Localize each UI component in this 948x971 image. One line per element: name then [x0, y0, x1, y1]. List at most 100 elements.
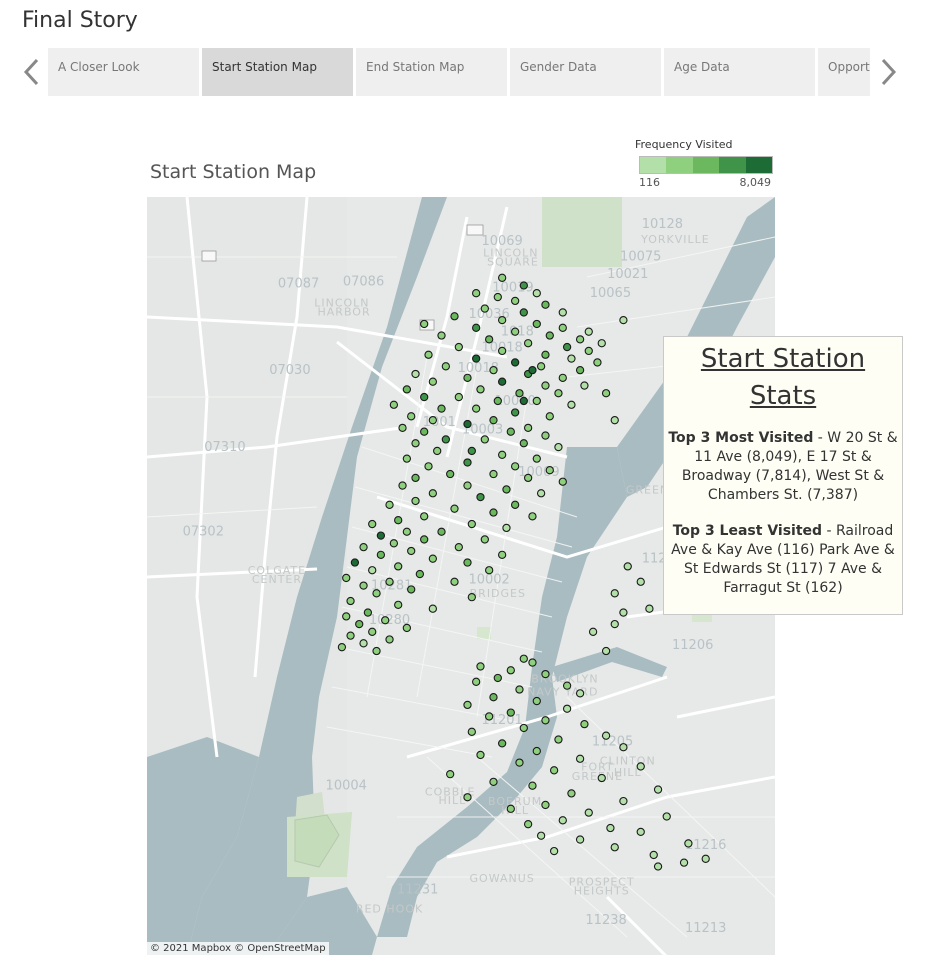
station-marker[interactable]	[645, 604, 654, 613]
station-marker[interactable]	[545, 466, 554, 475]
station-marker[interactable]	[428, 604, 437, 613]
tab-opportunities[interactable]: Opportu	[818, 48, 870, 96]
station-marker[interactable]	[368, 519, 377, 529]
station-marker[interactable]	[485, 712, 494, 721]
station-marker[interactable]	[376, 550, 386, 559]
station-marker[interactable]	[562, 704, 572, 713]
station-marker[interactable]	[402, 623, 412, 633]
station-marker[interactable]	[450, 312, 459, 321]
station-marker[interactable]	[446, 770, 455, 779]
station-marker[interactable]	[467, 593, 476, 602]
station-marker[interactable]	[402, 385, 412, 394]
station-marker[interactable]	[601, 731, 611, 740]
station-marker[interactable]	[580, 719, 589, 729]
tab-start-station-map[interactable]: Start Station Map	[202, 48, 353, 96]
station-marker[interactable]	[506, 804, 515, 813]
station-marker[interactable]	[480, 435, 489, 444]
station-marker[interactable]	[381, 616, 390, 625]
station-marker[interactable]	[536, 489, 546, 498]
station-marker[interactable]	[519, 396, 528, 406]
station-marker[interactable]	[463, 558, 472, 567]
station-marker[interactable]	[506, 708, 515, 717]
station-marker[interactable]	[575, 754, 585, 763]
station-marker[interactable]	[359, 639, 368, 648]
station-marker[interactable]	[411, 473, 420, 483]
station-marker[interactable]	[701, 854, 710, 863]
station-marker[interactable]	[619, 796, 628, 806]
station-marker[interactable]	[545, 331, 554, 340]
station-marker[interactable]	[497, 739, 507, 748]
station-marker[interactable]	[394, 600, 403, 610]
station-marker[interactable]	[489, 469, 498, 479]
station-marker[interactable]	[554, 442, 563, 452]
station-marker[interactable]	[528, 658, 537, 667]
station-marker[interactable]	[541, 350, 550, 359]
station-marker[interactable]	[562, 342, 572, 352]
station-marker[interactable]	[528, 512, 537, 521]
station-marker[interactable]	[420, 392, 429, 402]
station-marker[interactable]	[510, 296, 520, 306]
station-marker[interactable]	[558, 816, 567, 825]
station-marker[interactable]	[476, 662, 485, 671]
station-marker[interactable]	[519, 308, 528, 317]
station-marker[interactable]	[549, 766, 559, 775]
station-marker[interactable]	[441, 362, 450, 371]
station-marker[interactable]	[554, 389, 563, 398]
station-marker[interactable]	[497, 315, 507, 325]
station-marker[interactable]	[649, 850, 658, 860]
station-marker[interactable]	[363, 608, 373, 617]
tab-a-closer-look[interactable]: A Closer Look	[48, 48, 199, 96]
station-marker[interactable]	[497, 377, 507, 386]
station-marker[interactable]	[532, 746, 541, 756]
station-marker[interactable]	[580, 381, 589, 390]
station-marker[interactable]	[662, 812, 671, 821]
station-marker[interactable]	[424, 350, 433, 359]
station-marker[interactable]	[567, 789, 576, 798]
station-marker[interactable]	[636, 762, 645, 771]
station-marker[interactable]	[420, 535, 429, 544]
station-marker[interactable]	[480, 535, 489, 544]
station-marker[interactable]	[389, 400, 399, 409]
map-attribution[interactable]: © 2021 Mapbox © OpenStreetMap	[147, 942, 329, 955]
station-marker[interactable]	[588, 627, 598, 636]
station-marker[interactable]	[489, 777, 498, 787]
station-marker[interactable]	[532, 696, 541, 706]
station-marker[interactable]	[523, 339, 533, 348]
station-marker[interactable]	[541, 300, 550, 309]
station-marker[interactable]	[558, 477, 567, 486]
station-marker[interactable]	[497, 273, 507, 282]
station-marker[interactable]	[684, 839, 693, 848]
station-marker[interactable]	[558, 308, 567, 317]
station-marker[interactable]	[480, 304, 489, 313]
station-marker[interactable]	[407, 585, 416, 594]
station-marker[interactable]	[519, 439, 528, 448]
station-marker[interactable]	[619, 743, 628, 752]
station-marker[interactable]	[601, 389, 611, 398]
station-marker[interactable]	[541, 431, 550, 440]
station-marker[interactable]	[454, 342, 463, 352]
station-marker[interactable]	[489, 416, 498, 425]
station-marker[interactable]	[515, 758, 524, 767]
station-marker[interactable]	[463, 481, 472, 490]
station-marker[interactable]	[519, 654, 528, 663]
station-marker[interactable]	[515, 685, 524, 694]
station-marker[interactable]	[476, 492, 485, 502]
station-marker[interactable]	[510, 408, 520, 417]
station-marker[interactable]	[523, 820, 533, 829]
station-marker[interactable]	[554, 735, 563, 744]
station-marker[interactable]	[575, 835, 585, 844]
station-marker[interactable]	[636, 827, 645, 837]
station-marker[interactable]	[359, 542, 368, 552]
station-marker[interactable]	[679, 858, 689, 867]
station-marker[interactable]	[372, 646, 381, 656]
station-marker[interactable]	[346, 596, 355, 606]
station-marker[interactable]	[389, 539, 399, 548]
station-marker[interactable]	[472, 354, 481, 363]
station-marker[interactable]	[510, 462, 520, 471]
station-marker[interactable]	[454, 392, 463, 402]
station-marker[interactable]	[532, 454, 541, 463]
station-marker[interactable]	[606, 823, 615, 833]
station-marker[interactable]	[450, 504, 459, 513]
station-marker[interactable]	[463, 373, 472, 382]
station-marker[interactable]	[368, 627, 377, 636]
